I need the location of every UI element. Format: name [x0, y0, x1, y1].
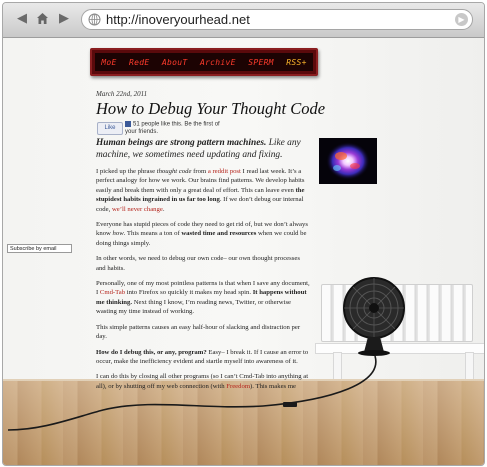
right-arrow-icon: ▶	[59, 11, 69, 26]
forward-button[interactable]: ▶	[55, 10, 73, 28]
subscribe-by-email-input[interactable]: Subscribe by email	[7, 244, 72, 253]
address-bar[interactable]: http://inoveryourhead.net ▶	[81, 9, 473, 30]
lead-bold: Human beings are strong pattern machines…	[96, 138, 267, 148]
facebook-like-button[interactable]: Like	[97, 122, 123, 135]
text-run: into Firefox so quickly it makes my head…	[125, 289, 253, 297]
paragraph-5: This simple patterns causes an easy half…	[96, 323, 301, 341]
never-change-link[interactable]: we’ll never change	[112, 206, 163, 213]
reload-button[interactable]: ▶	[455, 13, 468, 26]
text-run: How do I debug this, or any, program?	[96, 348, 207, 356]
text-run: wasted time and resources	[181, 230, 257, 238]
nav-item-archive[interactable]: ArchivE	[200, 58, 236, 67]
left-arrow-icon: ◀	[17, 11, 27, 26]
text-run: how	[112, 230, 124, 238]
paragraph-7: I can do this by closing all other progr…	[96, 372, 310, 391]
post-body: Human beings are strong pattern machines…	[96, 137, 310, 397]
back-button[interactable]: ◀	[13, 10, 31, 28]
globe-icon	[88, 13, 101, 26]
nav-item-read[interactable]: RedE	[129, 58, 149, 67]
play-arrow-icon: ▶	[458, 15, 465, 24]
like-count-text: 51 people like this. Be the first of you…	[125, 121, 225, 136]
post-date: March 22nd, 2011	[96, 90, 148, 98]
web-page: MoE RedE AbouT ArchivE SPERM RSS+ March …	[3, 38, 484, 465]
nebula-image[interactable]	[319, 138, 377, 184]
nav-item-sperm[interactable]: SPERM	[248, 58, 274, 67]
paragraph-2: Everyone has stupid pieces of code they …	[96, 220, 310, 248]
freedom-link[interactable]: Freedom	[226, 383, 250, 390]
home-button[interactable]	[33, 10, 51, 28]
text-run: I picked up the phrase	[96, 168, 157, 175]
paragraph-3: In other words, we need to debug our own…	[96, 255, 300, 272]
browser-window: ◀ ▶ http://inoveryourhead.net ▶ MoE RedE…	[2, 2, 485, 466]
paragraph-1: I picked up the phrase thought code from…	[96, 167, 310, 214]
facebook-icon	[125, 121, 131, 127]
browser-toolbar: ◀ ▶ http://inoveryourhead.net ▶	[3, 3, 484, 38]
text-run: ). This makes me	[250, 382, 296, 390]
text-run: .	[162, 205, 165, 213]
post-lead: Human beings are strong pattern machines…	[96, 137, 310, 161]
desk-fan-image	[343, 277, 405, 356]
reddit-post-link[interactable]: a reddit post	[208, 168, 241, 175]
text-run: thought code	[156, 168, 192, 175]
cmd-tab-link[interactable]: Cmd-Tab	[100, 289, 125, 296]
paragraph-4: Personally, one of my most pointless pat…	[96, 279, 310, 317]
like-count-label: 51 people like this. Be the first of you…	[125, 121, 220, 135]
paragraph-6: How do I debug this, or any, program? Ea…	[96, 348, 310, 367]
post-title[interactable]: How to Debug Your Thought Code	[96, 99, 325, 119]
nav-item-me[interactable]: MoE	[101, 58, 116, 67]
like-label: Like	[104, 125, 116, 131]
nav-menu: MoE RedE AbouT ArchivE SPERM RSS+	[95, 53, 313, 71]
url-text: http://inoveryourhead.net	[106, 12, 250, 27]
neon-nav-sign: MoE RedE AbouT ArchivE SPERM RSS+	[90, 48, 318, 76]
text-run: . This means a ton of	[123, 230, 182, 238]
nav-item-rss[interactable]: RSS+	[286, 58, 306, 67]
text-run: from	[191, 168, 208, 175]
nav-item-about[interactable]: AbouT	[162, 58, 188, 67]
home-icon	[36, 13, 48, 24]
